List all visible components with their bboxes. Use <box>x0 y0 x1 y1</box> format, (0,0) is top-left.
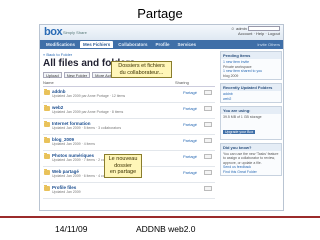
recent-folder-link[interactable]: web2 <box>223 97 279 102</box>
annotation-callout: Le nouveau dossier en partage <box>104 154 142 178</box>
row-actions-button[interactable] <box>204 122 212 127</box>
folder-icon <box>44 169 50 175</box>
tip-link[interactable]: Find this Great Folder <box>223 170 279 175</box>
table-row[interactable]: addnb Updated Jan 2009 par Anne Portage … <box>43 87 215 103</box>
panel-title: You are using: <box>221 107 281 114</box>
panel-title: Recently Updated Folders <box>221 84 281 91</box>
tab-mes-fichiers[interactable]: Mes Fichiers <box>80 41 114 48</box>
callout-line: du collaborateur... <box>119 69 164 76</box>
tab-services[interactable]: Services <box>175 41 200 48</box>
tab-collaborators[interactable]: Collaborators <box>115 41 150 48</box>
footer-divider <box>0 216 320 218</box>
user-area: ☺ admin Account · Help · Logout <box>231 26 280 36</box>
table-row[interactable]: web2 Updated Jan 2009 par Anne Portage ·… <box>43 103 215 119</box>
col-name[interactable]: Name <box>43 80 175 85</box>
panel-title: Did you know? <box>221 143 281 151</box>
row-actions-button[interactable] <box>204 154 212 159</box>
upgrade-button[interactable]: Upgrade your Box <box>223 129 256 134</box>
folder-icon <box>44 121 50 127</box>
app-header: box Simply Share ☺ admin Account · Help … <box>40 25 283 40</box>
invite-link[interactable]: Invite Others <box>257 42 283 47</box>
new-folder-button[interactable]: New Folder <box>63 71 91 78</box>
row-actions-button[interactable] <box>204 106 212 111</box>
table-row[interactable]: blog_2009 Updated Jan 2009 · 4 items Par… <box>43 135 215 151</box>
tab-modifications[interactable]: Modifications <box>43 41 78 48</box>
breadcrumb[interactable]: « Back to Folder <box>43 52 215 57</box>
callout-line: Le nouveau <box>108 156 138 162</box>
row-actions-button[interactable] <box>204 170 212 175</box>
slide-title: Partage <box>137 6 183 21</box>
sharing-status[interactable]: Partagé <box>183 170 197 175</box>
username[interactable]: admin <box>236 26 247 31</box>
logo-tagline: Simply Share <box>63 30 87 35</box>
folder-meta: Updated Jan 2009 <box>52 190 81 194</box>
upload-button[interactable]: Upload <box>43 71 62 78</box>
sharing-status[interactable]: Partagé <box>183 154 197 159</box>
main-nav: Modifications Mes Fichiers Collaborators… <box>40 40 283 49</box>
tip-text: You can use the new 'Tasks' feature to a… <box>223 151 279 165</box>
sidebar: Pending Items 1 new item invite Private … <box>220 51 282 179</box>
box-logo[interactable]: box <box>44 26 63 38</box>
col-sharing[interactable]: Sharing <box>175 80 215 85</box>
account-links[interactable]: Account · Help · Logout <box>231 31 280 36</box>
storage-panel: You are using: 39.5 MB of 1 GB storage U… <box>220 106 282 140</box>
sharing-status[interactable]: Partagé <box>183 106 197 111</box>
table-row[interactable]: Internet formation Updated Jan 2009 · 5 … <box>43 119 215 135</box>
storage-usage: 39.5 MB of 1 GB storage <box>223 115 262 119</box>
pending-item-detail: blog 2009 <box>223 73 239 78</box>
pending-items-panel: Pending Items 1 new item invite Private … <box>220 51 282 80</box>
row-actions-button[interactable] <box>204 90 212 95</box>
callout-line: Dossiers et fichiers <box>118 63 165 69</box>
slide-footer: ADDNB web2.0 <box>136 224 196 234</box>
folder-name[interactable]: Profile files <box>52 183 215 190</box>
tab-profile[interactable]: Profile <box>153 41 173 48</box>
table-row[interactable]: Profile files Updated Jan 2009 <box>43 183 215 199</box>
folder-icon <box>44 153 50 159</box>
column-header: Name Sharing <box>43 80 215 87</box>
panel-title: Pending Items <box>221 52 281 59</box>
folder-icon <box>44 105 50 111</box>
callout-line: en partage <box>109 169 137 175</box>
slide-date: 14/11/09 <box>55 224 88 234</box>
recent-folders-panel: Recently Updated Folders addnb web2 <box>220 83 282 103</box>
annotation-callout: Dossiers et fichiers du collaborateur... <box>111 61 172 78</box>
sharing-status[interactable]: Partagé <box>183 122 197 127</box>
folder-icon <box>44 185 50 191</box>
folder-icon <box>44 89 50 95</box>
sharing-status[interactable]: Partagé <box>183 90 197 95</box>
row-actions-button[interactable] <box>204 186 212 191</box>
tip-panel: Did you know? You can use the new 'Tasks… <box>220 142 282 176</box>
folder-icon <box>44 137 50 143</box>
sharing-status[interactable]: Partagé <box>183 138 197 143</box>
box-screenshot: box Simply Share ☺ admin Account · Help … <box>39 24 284 211</box>
row-actions-button[interactable] <box>204 138 212 143</box>
user-icon: ☺ <box>230 26 235 31</box>
